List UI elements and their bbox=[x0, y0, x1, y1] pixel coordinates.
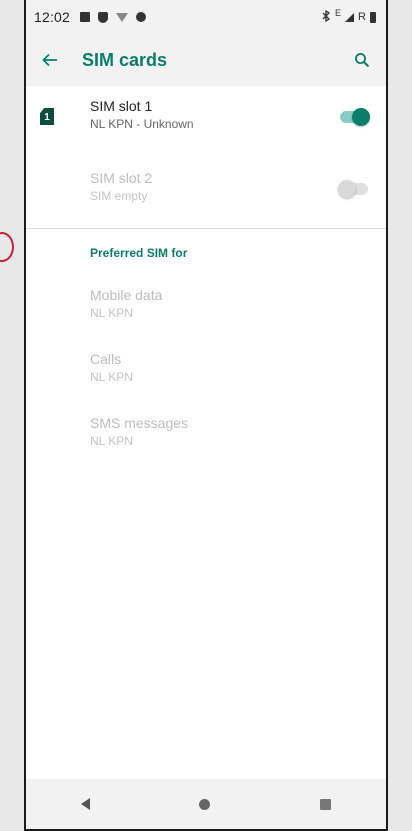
arrow-left-icon bbox=[42, 53, 57, 67]
sim-slot-2-subtitle: SIM empty bbox=[90, 189, 148, 203]
navigation-bar bbox=[26, 779, 386, 829]
nav-recents-icon[interactable] bbox=[320, 798, 332, 810]
phone-screen: 12:02 E R SIM cards 1 SIM slot 1 NL KPN … bbox=[24, 0, 388, 831]
mobile-data-value: NL KPN bbox=[90, 306, 133, 320]
bluetooth-icon bbox=[321, 9, 331, 25]
calls-label: Calls bbox=[90, 351, 122, 367]
gallery-icon bbox=[80, 12, 91, 22]
sim-slot-2-toggle[interactable] bbox=[338, 180, 368, 198]
sim-icon-number: 1 bbox=[44, 111, 50, 123]
settings-list: 1 SIM slot 1 NL KPN - Unknown SIM slot 2… bbox=[26, 86, 386, 469]
chrome-icon bbox=[136, 12, 147, 22]
search-button[interactable] bbox=[350, 48, 374, 72]
search-icon bbox=[355, 53, 370, 68]
roaming-indicator: R bbox=[358, 11, 366, 23]
battery-icon bbox=[370, 11, 376, 23]
sim-slot-1-toggle[interactable] bbox=[340, 108, 370, 126]
sim-slot-1-row[interactable]: 1 SIM slot 1 NL KPN - Unknown bbox=[26, 86, 386, 150]
sim-slot-1-label: SIM slot 1 bbox=[90, 98, 153, 114]
nav-home-icon[interactable] bbox=[199, 798, 211, 810]
shield-icon bbox=[98, 11, 109, 23]
preferred-sim-header: Preferred SIM for bbox=[90, 246, 188, 260]
calls-value: NL KPN bbox=[90, 370, 133, 384]
sms-value: NL KPN bbox=[90, 434, 133, 448]
app-toolbar: SIM cards bbox=[26, 34, 386, 86]
sms-label: SMS messages bbox=[90, 415, 189, 431]
preferred-calls[interactable]: Calls NL KPN bbox=[26, 341, 386, 405]
nav-back-icon[interactable] bbox=[80, 798, 90, 810]
status-bar: 12:02 E R bbox=[26, 0, 386, 34]
sim-slot-2-row[interactable]: SIM slot 2 SIM empty bbox=[26, 158, 386, 222]
mobile-data-label: Mobile data bbox=[90, 287, 163, 303]
back-button[interactable] bbox=[38, 48, 62, 72]
notification-icons bbox=[80, 11, 147, 23]
sim-slot-2-label: SIM slot 2 bbox=[90, 170, 153, 186]
system-icons: E R bbox=[321, 8, 376, 25]
page-title: SIM cards bbox=[82, 49, 168, 70]
status-time: 12:02 bbox=[34, 9, 71, 25]
sim-slot-1-subtitle: NL KPN - Unknown bbox=[90, 117, 194, 131]
preferred-mobile-data[interactable]: Mobile data NL KPN bbox=[26, 277, 386, 341]
wifi-icon bbox=[116, 12, 129, 22]
touch-indicator bbox=[0, 232, 14, 262]
sim-card-icon: 1 bbox=[40, 108, 54, 125]
network-type: E bbox=[335, 8, 342, 18]
preferred-sms[interactable]: SMS messages NL KPN bbox=[26, 405, 386, 469]
signal-icon bbox=[345, 12, 355, 22]
